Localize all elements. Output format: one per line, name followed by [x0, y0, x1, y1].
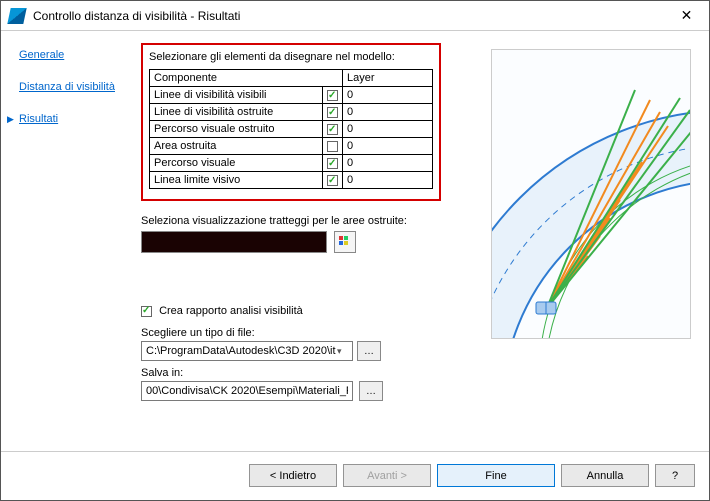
- components-table: Componente Layer Linee di visibilità vis…: [149, 69, 433, 189]
- browse-save-in-button[interactable]: …: [359, 381, 383, 401]
- title-bar: Controllo distanza di visibilità - Risul…: [1, 1, 709, 31]
- dialog-body: Generale Distanza di visibilità Risultat…: [1, 31, 709, 451]
- col-layer: Layer: [343, 70, 433, 87]
- component-name: Linee di visibilità visibili: [150, 87, 323, 104]
- layer-cell[interactable]: 0: [343, 87, 433, 104]
- nav-distanza[interactable]: Distanza di visibilità: [19, 81, 135, 93]
- component-name: Percorso visuale: [150, 155, 323, 172]
- layer-cell[interactable]: 0: [343, 104, 433, 121]
- hatch-swatch[interactable]: [141, 231, 327, 253]
- next-button: Avanti >: [343, 464, 431, 487]
- layer-cell[interactable]: 0: [343, 172, 433, 189]
- component-checkbox[interactable]: [327, 107, 338, 118]
- main-panel: Selezionare gli elementi da disegnare ne…: [141, 31, 709, 451]
- create-report-label: Crea rapporto analisi visibilità: [159, 305, 303, 317]
- component-checkbox[interactable]: [327, 158, 338, 169]
- component-name: Percorso visuale ostruito: [150, 121, 323, 138]
- component-checkbox[interactable]: [327, 90, 338, 101]
- nav-generale[interactable]: Generale: [19, 49, 135, 61]
- help-button[interactable]: ?: [655, 464, 695, 487]
- app-logo-icon: [7, 8, 26, 24]
- highlight-box: Selezionare gli elementi da disegnare ne…: [141, 43, 441, 201]
- table-row: Percorso visuale 0: [150, 155, 433, 172]
- group-heading: Selezionare gli elementi da disegnare ne…: [149, 51, 433, 63]
- component-name: Linee di visibilità ostruite: [150, 104, 323, 121]
- wizard-footer: < Indietro Avanti > Fine Annulla ?: [1, 451, 709, 499]
- table-row: Linee di visibilità visibili 0: [150, 87, 433, 104]
- wizard-sidebar: Generale Distanza di visibilità Risultat…: [1, 31, 141, 451]
- back-button[interactable]: < Indietro: [249, 464, 337, 487]
- table-header-row: Componente Layer: [150, 70, 433, 87]
- preview-pane: [491, 49, 691, 339]
- nav-risultati[interactable]: Risultati: [19, 113, 135, 125]
- browse-file-type-button[interactable]: …: [357, 341, 381, 361]
- component-checkbox[interactable]: [327, 175, 338, 186]
- table-row: Percorso visuale ostruito 0: [150, 121, 433, 138]
- layer-cell[interactable]: 0: [343, 121, 433, 138]
- save-in-label: Salva in:: [141, 367, 699, 379]
- layer-cell[interactable]: 0: [343, 138, 433, 155]
- component-name: Area ostruita: [150, 138, 323, 155]
- table-row: Area ostruita 0: [150, 138, 433, 155]
- window-title: Controllo distanza di visibilità - Risul…: [33, 9, 664, 23]
- col-componente: Componente: [150, 70, 343, 87]
- cancel-button[interactable]: Annulla: [561, 464, 649, 487]
- finish-button[interactable]: Fine: [437, 464, 555, 487]
- hatch-picker-button[interactable]: [334, 231, 356, 253]
- file-type-select[interactable]: [141, 341, 353, 361]
- color-grid-icon: [338, 235, 352, 249]
- table-row: Linea limite visivo 0: [150, 172, 433, 189]
- component-checkbox[interactable]: [327, 141, 338, 152]
- layer-cell[interactable]: 0: [343, 155, 433, 172]
- close-button[interactable]: ✕: [664, 1, 709, 31]
- component-checkbox[interactable]: [327, 124, 338, 135]
- create-report-checkbox[interactable]: [141, 306, 152, 317]
- component-name: Linea limite visivo: [150, 172, 323, 189]
- table-row: Linee di visibilità ostruite 0: [150, 104, 433, 121]
- save-in-input[interactable]: [141, 381, 353, 401]
- road-preview-icon: [492, 50, 691, 339]
